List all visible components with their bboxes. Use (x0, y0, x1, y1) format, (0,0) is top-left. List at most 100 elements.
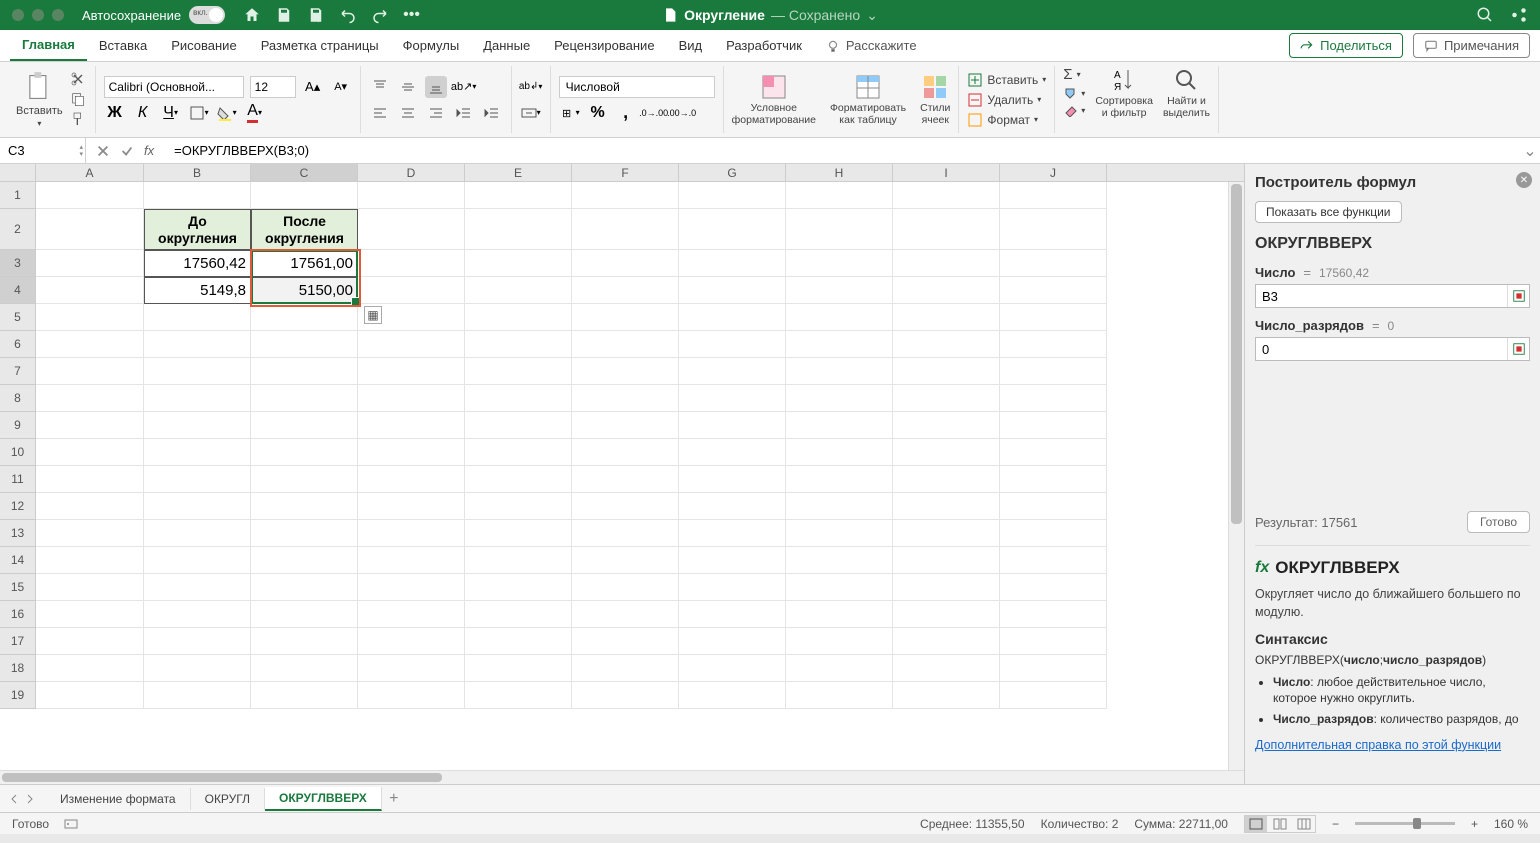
autosave-toggle[interactable]: вкл. (189, 6, 225, 24)
col-header-b[interactable]: B (144, 164, 251, 181)
save-as-icon[interactable] (307, 6, 325, 24)
zoom-slider[interactable] (1355, 822, 1455, 825)
border-icon[interactable]: ▾ (188, 102, 210, 124)
row-header-1[interactable]: 1 (0, 182, 35, 209)
arg2-input[interactable] (1256, 338, 1507, 360)
add-sheet-button[interactable]: + (382, 790, 406, 808)
decrease-font-icon[interactable]: A▾ (330, 76, 352, 98)
col-header-g[interactable]: G (679, 164, 786, 181)
zoom-in-icon[interactable]: + (1471, 817, 1478, 831)
row-header-17[interactable]: 17 (0, 628, 35, 655)
row-header-13[interactable]: 13 (0, 520, 35, 547)
copy-icon[interactable] (69, 91, 87, 107)
row-header-16[interactable]: 16 (0, 601, 35, 628)
align-left-icon[interactable] (369, 102, 391, 124)
row-header-6[interactable]: 6 (0, 331, 35, 358)
format-painter-icon[interactable] (69, 111, 87, 127)
select-all-corner[interactable] (0, 164, 36, 182)
col-header-c[interactable]: C (251, 164, 358, 181)
comma-icon[interactable]: , (615, 102, 637, 124)
comments-button[interactable]: Примечания (1413, 33, 1530, 58)
italic-icon[interactable]: К (132, 102, 154, 124)
increase-font-icon[interactable]: A▴ (302, 76, 324, 98)
horizontal-scrollbar[interactable] (0, 770, 1244, 784)
done-button[interactable]: Готово (1467, 511, 1530, 533)
save-icon[interactable] (275, 6, 293, 24)
view-page-layout-icon[interactable] (1269, 816, 1291, 832)
tab-data[interactable]: Данные (471, 30, 542, 61)
undo-icon[interactable] (339, 6, 357, 24)
tab-insert[interactable]: Вставка (87, 30, 159, 61)
hscroll-thumb[interactable] (2, 773, 442, 782)
zoom-level[interactable]: 160 % (1494, 817, 1528, 831)
arg1-input[interactable] (1256, 285, 1507, 307)
row-header-7[interactable]: 7 (0, 358, 35, 385)
col-header-i[interactable]: I (893, 164, 1000, 181)
tab-formulas[interactable]: Формулы (391, 30, 472, 61)
chevron-down-icon[interactable]: ⌄ (866, 7, 878, 24)
view-page-break-icon[interactable] (1293, 816, 1315, 832)
tab-view[interactable]: Вид (667, 30, 715, 61)
merge-cells-icon[interactable]: ▾ (520, 102, 542, 124)
row-header-8[interactable]: 8 (0, 385, 35, 412)
percent-icon[interactable]: % (587, 102, 609, 124)
prev-sheet-icon[interactable] (8, 793, 20, 805)
zoom-out-icon[interactable]: − (1332, 817, 1339, 831)
col-header-d[interactable]: D (358, 164, 465, 181)
cell-c4[interactable]: 5150,00 (251, 277, 358, 304)
paste-button[interactable]: Вставить ▾ (16, 71, 63, 128)
align-bottom-icon[interactable] (425, 76, 447, 98)
format-as-table-button[interactable]: Форматировать как таблицу (830, 73, 906, 126)
underline-icon[interactable]: Ч▾ (160, 102, 182, 124)
next-sheet-icon[interactable] (24, 793, 36, 805)
conditional-format-button[interactable]: Условное форматирование (732, 73, 816, 126)
row-header-9[interactable]: 9 (0, 412, 35, 439)
close-window-button[interactable] (12, 9, 24, 21)
bold-icon[interactable]: Ж (104, 102, 126, 124)
autofill-options-icon[interactable]: ▦ (364, 306, 382, 324)
row-header-4[interactable]: 4 (0, 277, 35, 304)
row-header-19[interactable]: 19 (0, 682, 35, 709)
accept-formula-icon[interactable] (120, 144, 134, 158)
cancel-formula-icon[interactable] (96, 144, 110, 158)
formula-input[interactable] (170, 143, 1520, 158)
cell-b2[interactable]: До округления (144, 209, 251, 250)
number-format-select[interactable] (559, 76, 715, 98)
tell-me-search[interactable]: Расскажите (814, 30, 929, 61)
tab-draw[interactable]: Рисование (159, 30, 248, 61)
accessibility-icon[interactable] (63, 816, 79, 832)
arg1-range-picker-icon[interactable] (1507, 285, 1529, 307)
fill-color-icon[interactable]: ▾ (216, 102, 238, 124)
tab-page-layout[interactable]: Разметка страницы (249, 30, 391, 61)
row-header-2[interactable]: 2 (0, 209, 35, 250)
minimize-window-button[interactable] (32, 9, 44, 21)
view-normal-icon[interactable] (1245, 816, 1267, 832)
name-box-up-icon[interactable]: ▴ (79, 144, 83, 151)
autosum-button[interactable]: Σ▾ (1063, 66, 1085, 83)
cell-styles-button[interactable]: Стили ячеек (920, 73, 950, 126)
name-box[interactable]: C3 ▴▾ (0, 138, 86, 163)
font-color-icon[interactable]: А▾ (244, 102, 266, 124)
delete-cells-button[interactable]: Удалить▾ (967, 92, 1046, 108)
sort-filter-button[interactable]: AЯ Сортировка и фильтр (1095, 66, 1153, 133)
align-right-icon[interactable] (425, 102, 447, 124)
sheet-tab-3[interactable]: ОКРУГЛВВЕРХ (265, 787, 382, 811)
close-pane-icon[interactable]: ✕ (1516, 172, 1532, 188)
more-icon[interactable]: ••• (403, 6, 420, 24)
cell-c3[interactable]: 17561,00 (251, 250, 358, 277)
col-header-h[interactable]: H (786, 164, 893, 181)
increase-decimal-icon[interactable]: .0→.00 (643, 102, 665, 124)
orientation-icon[interactable]: ab↗▾ (453, 76, 475, 98)
col-header-a[interactable]: A (36, 164, 144, 181)
search-icon[interactable] (1476, 6, 1494, 24)
format-cells-button[interactable]: Формат▾ (967, 112, 1046, 128)
row-header-14[interactable]: 14 (0, 547, 35, 574)
align-center-icon[interactable] (397, 102, 419, 124)
cut-icon[interactable] (69, 71, 87, 87)
maximize-window-button[interactable] (52, 9, 64, 21)
tab-home[interactable]: Главная (10, 30, 87, 61)
currency-icon[interactable]: ⊞▾ (559, 102, 581, 124)
row-header-18[interactable]: 18 (0, 655, 35, 682)
expand-formula-bar-icon[interactable]: ⌄ (1520, 141, 1540, 161)
col-header-e[interactable]: E (465, 164, 572, 181)
